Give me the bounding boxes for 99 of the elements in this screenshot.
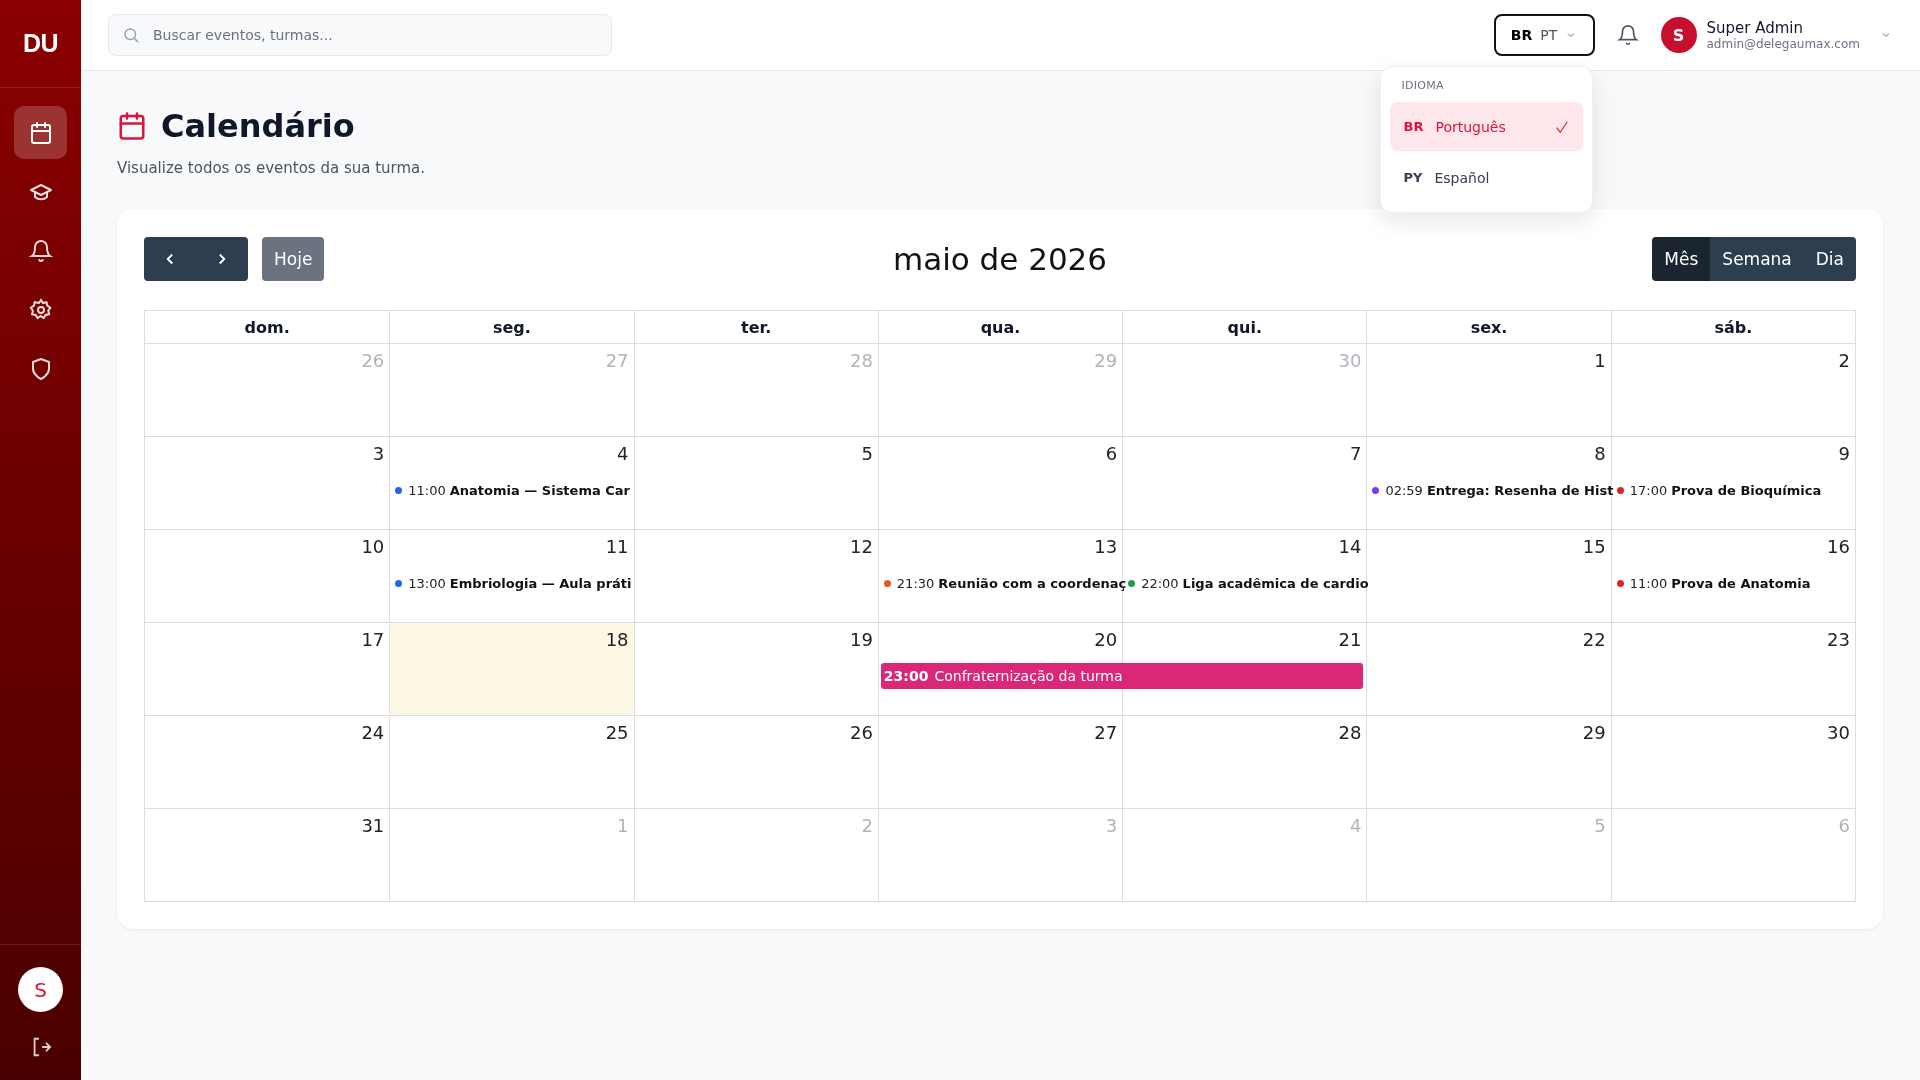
language-option[interactable]: BR Português <box>1389 102 1583 151</box>
day-number: 26 <box>849 721 873 743</box>
view-tab[interactable]: Mês <box>1652 237 1711 281</box>
day-number: 1 <box>617 814 629 836</box>
calendar-event[interactable]: 23:00 Confraternização da turma <box>880 663 1364 689</box>
language-selector[interactable]: BR PT <box>1493 14 1595 56</box>
weekday-header: ter. <box>633 311 878 343</box>
day-cell[interactable]: 6 <box>877 437 1123 529</box>
day-number: 2 <box>861 814 873 836</box>
calendar-event[interactable]: 11:00 Prova de Anatomia <box>1610 575 1811 591</box>
day-cell[interactable]: 17 <box>145 623 390 715</box>
day-number: 5 <box>861 442 873 464</box>
day-number: 11 <box>605 535 629 557</box>
menu-heading: IDIOMA <box>1400 79 1445 94</box>
weekday-header: sáb. <box>1610 311 1855 343</box>
weekday-header: qua. <box>877 311 1123 343</box>
today-button[interactable]: Hoje <box>262 237 325 281</box>
day-number: 19 <box>849 628 873 650</box>
day-number: 28 <box>849 349 873 371</box>
day-number: 17 <box>361 628 385 650</box>
page-subtitle: Visualize todos os eventos da sua turma. <box>117 159 427 177</box>
settings-icon <box>28 297 53 322</box>
day-number: 8 <box>1594 442 1606 464</box>
user-avatar[interactable]: S <box>1660 17 1697 53</box>
page-title: Calendário <box>161 107 355 145</box>
user-avatar[interactable]: S <box>18 967 63 1012</box>
calendar-title: maio de 2026 <box>892 241 1108 277</box>
day-number: 25 <box>605 721 629 743</box>
weekday-header: sex. <box>1366 311 1611 343</box>
day-cell[interactable]: 7 <box>1122 437 1367 529</box>
notifications-icon[interactable] <box>1616 24 1639 46</box>
calendar-event[interactable]: 11:00 Anatomia — Sistema Car <box>389 482 630 498</box>
day-number: 20 <box>1094 628 1118 650</box>
calendar-icon <box>28 120 53 145</box>
day-cell[interactable]: 10 <box>145 530 390 622</box>
day-number: 1 <box>1594 349 1606 371</box>
day-number: 3 <box>372 442 385 464</box>
calendar-nav-item[interactable] <box>14 106 67 159</box>
day-number: 29 <box>1582 721 1606 743</box>
day-number: 22 <box>1582 628 1606 650</box>
search-icon <box>122 26 140 44</box>
day-number: 2 <box>1838 349 1850 371</box>
check-icon <box>1554 119 1569 134</box>
day-number: 6 <box>1838 814 1850 836</box>
day-number: 30 <box>1827 721 1850 743</box>
day-cell[interactable]: 2 <box>1610 344 1855 436</box>
day-cell[interactable]: 30 <box>1610 716 1855 808</box>
day-cell[interactable]: 22 <box>1366 623 1611 715</box>
weekday-header: seg. <box>389 311 634 343</box>
day-number: 29 <box>1094 349 1118 371</box>
search-field[interactable]: Buscar eventos, turmas... <box>108 14 612 56</box>
day-cell[interactable]: 1 <box>1366 344 1611 436</box>
day-cell[interactable]: 29 <box>1366 716 1611 808</box>
day-number: 3 <box>1105 814 1118 836</box>
day-cell[interactable]: 27 <box>877 716 1123 808</box>
logo: DU <box>22 29 59 58</box>
day-number: 7 <box>1349 442 1362 464</box>
day-number: 27 <box>1094 721 1118 743</box>
day-number: 27 <box>605 349 629 371</box>
day-number: 21 <box>1338 628 1362 650</box>
day-number: 16 <box>1827 535 1850 557</box>
day-number: 10 <box>361 535 385 557</box>
day-cell[interactable]: 12 <box>633 530 878 622</box>
day-cell[interactable]: 19 <box>633 623 878 715</box>
day-number: 24 <box>361 721 385 743</box>
day-number: 18 <box>605 628 629 650</box>
day-number: 31 <box>361 814 385 836</box>
view-tab[interactable]: Dia <box>1803 237 1856 281</box>
day-cell[interactable]: 31 <box>145 809 390 901</box>
bell-icon <box>28 238 53 263</box>
day-number: 12 <box>849 535 873 557</box>
day-cell[interactable]: 3 <box>145 437 390 529</box>
day-number: 4 <box>1349 814 1362 836</box>
day-number: 4 <box>617 442 629 464</box>
day-number: 9 <box>1838 442 1850 464</box>
day-number: 6 <box>1105 442 1118 464</box>
day-cell[interactable]: 23 <box>1610 623 1855 715</box>
day-number: 5 <box>1594 814 1606 836</box>
day-cell[interactable]: 18 <box>389 623 634 715</box>
day-number: 23 <box>1827 628 1850 650</box>
weekday-header: dom. <box>243 316 291 339</box>
calendar-icon <box>117 111 147 141</box>
day-number: 15 <box>1582 535 1606 557</box>
user-email: admin@delegaumax.com <box>1706 37 1860 51</box>
day-cell[interactable]: 25 <box>389 716 634 808</box>
day-number: 26 <box>361 349 385 371</box>
day-number: 28 <box>1338 721 1362 743</box>
day-cell[interactable]: 5 <box>633 437 878 529</box>
view-tab[interactable]: Semana <box>1710 237 1804 281</box>
day-number: 14 <box>1338 535 1362 557</box>
user-name: Super Admin <box>1706 19 1805 37</box>
day-cell[interactable]: 28 <box>1122 716 1367 808</box>
calendar-event[interactable]: 13:00 Embriologia — Aula práti <box>389 575 632 591</box>
day-number: 30 <box>1338 349 1362 371</box>
day-cell[interactable]: 24 <box>145 716 390 808</box>
day-number: 13 <box>1094 535 1118 557</box>
language-option[interactable]: PY Español <box>1389 153 1583 202</box>
weekday-header: qui. <box>1122 311 1367 343</box>
day-cell[interactable]: 26 <box>633 716 878 808</box>
